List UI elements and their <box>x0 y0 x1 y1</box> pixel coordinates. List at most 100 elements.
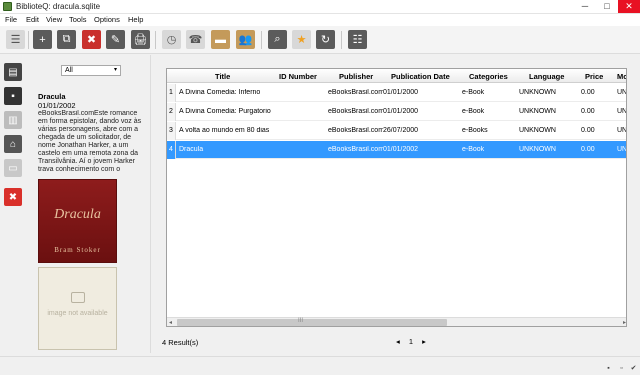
filter-select[interactable]: All ▾ <box>61 65 121 76</box>
toolbar-divider <box>28 31 29 49</box>
cell-date: 26/07/2000 <box>383 127 419 134</box>
book-description: eBooksBrasil.comEste romance em forma ep… <box>38 110 142 172</box>
cell-language: UNKNOWN <box>519 89 556 96</box>
book-date: 01/01/2002 <box>38 101 76 110</box>
cell-language: UNKNOWN <box>519 108 556 115</box>
camera-icon <box>71 292 85 303</box>
table-row-selected[interactable]: 4 Dracula eBooksBrasil.com 01/01/2002 e-… <box>167 141 627 159</box>
phone-icon[interactable]: ☎ <box>186 30 205 49</box>
details-icon[interactable]: ☰ <box>6 30 25 49</box>
cell-title: A volta ao mundo em 80 dias <box>179 127 270 134</box>
no-image-text: image not available <box>47 310 108 317</box>
members-icon[interactable]: 👥 <box>236 30 255 49</box>
row-number: 1 <box>167 84 176 102</box>
edit-icon[interactable]: ✎ <box>106 30 125 49</box>
home-icon[interactable]: ⌂ <box>4 135 22 153</box>
filter-value: All <box>65 67 73 74</box>
menu-view[interactable]: View <box>46 15 62 24</box>
cell-title: A Divina Comedia: Purgatorio <box>179 108 271 115</box>
chevron-down-icon: ▾ <box>113 67 117 73</box>
row-number: 4 <box>167 141 176 159</box>
previous-page-icon[interactable]: ◂ <box>396 337 400 346</box>
cell-date: 01/01/2000 <box>383 108 419 115</box>
book-title: Dracula <box>38 92 66 101</box>
cell-language: UNKNOWN <box>519 127 556 134</box>
row-number: 3 <box>167 122 176 140</box>
cell-title: Dracula <box>179 146 204 153</box>
column-title[interactable]: Title <box>215 72 230 81</box>
menu-options[interactable]: Options <box>94 15 120 24</box>
column-categories[interactable]: Categories <box>469 72 508 81</box>
toolbar-divider <box>155 31 156 49</box>
menu-file[interactable]: File <box>5 15 17 24</box>
scroll-right-icon[interactable]: ▸ <box>623 319 626 326</box>
notes-icon[interactable]: ▪ <box>4 87 22 105</box>
horizontal-scrollbar[interactable]: ◂ III ▸ <box>167 317 626 326</box>
table-header: Title ID Number Publisher Publication Da… <box>167 69 626 83</box>
minimize-button[interactable]: ─ <box>574 0 596 13</box>
table-row[interactable]: 1 A Divina Comedia: Inferno eBooksBrasil… <box>167 84 626 102</box>
next-page-icon[interactable]: ▸ <box>422 337 426 346</box>
cell-publisher: eBooksBrasil.com <box>328 146 383 153</box>
cell-price: 0.00 <box>581 127 595 134</box>
document-icon: ▫ <box>620 365 623 372</box>
column-publication-date[interactable]: Publication Date <box>391 72 450 81</box>
star-icon[interactable]: ★ <box>292 30 311 49</box>
menu-edit[interactable]: Edit <box>26 15 39 24</box>
cell-publisher: eBooksBrasil.com <box>328 108 383 115</box>
title-bar: BiblioteQ: dracula.sqlite ─ □ ✕ <box>0 0 640 14</box>
cover-author: Bram Stoker <box>54 246 101 254</box>
cards-icon[interactable]: ▭ <box>4 159 22 177</box>
detail-panel: All ▾ Dracula 01/01/2002 eBooksBrasil.co… <box>33 55 151 353</box>
column-id-number[interactable]: ID Number <box>279 72 317 81</box>
cell-date: 01/01/2002 <box>383 146 419 153</box>
toolbar-divider <box>341 31 342 49</box>
menu-tools[interactable]: Tools <box>69 15 87 24</box>
page-number[interactable]: 1 <box>409 337 413 346</box>
copy-icon[interactable]: ⧉ <box>57 30 76 49</box>
status-bar: ▪ ▫ ✔ <box>0 356 640 375</box>
cell-price: 0.00 <box>581 146 595 153</box>
cell-publisher: eBooksBrasil.com <box>328 127 383 134</box>
column-price[interactable]: Price <box>585 72 603 81</box>
briefcase-icon[interactable]: ▤ <box>4 63 22 81</box>
clock-icon[interactable]: ◷ <box>162 30 181 49</box>
cell-mo: UN <box>617 108 627 115</box>
maximize-button[interactable]: □ <box>596 0 618 13</box>
table-row[interactable]: 2 A Divina Comedia: Purgatorio eBooksBra… <box>167 103 627 121</box>
cell-language: UNKNOWN <box>519 146 556 153</box>
scrollbar-grip: III <box>298 318 304 324</box>
add-icon[interactable]: + <box>33 30 52 49</box>
toolbar-divider <box>261 31 262 49</box>
exit-icon[interactable]: ✖ <box>4 188 22 206</box>
cover-title: Dracula <box>54 207 101 222</box>
check-icon: ✔ <box>630 365 637 372</box>
cell-category: e-Book <box>462 108 485 115</box>
database-icon: ▪ <box>607 365 610 372</box>
cell-publisher: eBooksBrasil.com <box>328 89 383 96</box>
search-icon[interactable]: ⌕ <box>268 30 287 49</box>
scroll-left-icon[interactable]: ◂ <box>169 319 172 326</box>
close-button[interactable]: ✕ <box>618 0 640 13</box>
cell-price: 0.00 <box>581 108 595 115</box>
toolbar: ☰ + ⧉ ✖ ✎ 🖨 ◷ ☎ ▬ 👥 ⌕ ★ ↻ ☷ <box>0 26 640 54</box>
library-icon[interactable]: ▥ <box>4 111 22 129</box>
cell-title: A Divina Comedia: Inferno <box>179 89 261 96</box>
results-count: 4 Result(s) <box>162 338 199 347</box>
folder-icon[interactable]: ▬ <box>211 30 230 49</box>
window-title: BiblioteQ: dracula.sqlite <box>16 2 101 11</box>
column-publisher[interactable]: Publisher <box>339 72 373 81</box>
app-icon <box>3 2 12 11</box>
menu-bar: File Edit View Tools Options Help <box>0 14 640 26</box>
scrollbar-thumb[interactable] <box>177 319 447 326</box>
delete-icon[interactable]: ✖ <box>82 30 101 49</box>
print-icon[interactable]: 🖨 <box>131 30 150 49</box>
column-mo[interactable]: Mo <box>617 72 626 81</box>
table-row[interactable]: 3 A volta ao mundo em 80 dias eBooksBras… <box>167 122 626 140</box>
menu-help[interactable]: Help <box>128 15 143 24</box>
cell-category: e-Books <box>462 127 488 134</box>
list-icon[interactable]: ☷ <box>348 30 367 49</box>
refresh-icon[interactable]: ↻ <box>316 30 335 49</box>
column-language[interactable]: Language <box>529 72 564 81</box>
cell-mo: UN <box>617 146 627 153</box>
